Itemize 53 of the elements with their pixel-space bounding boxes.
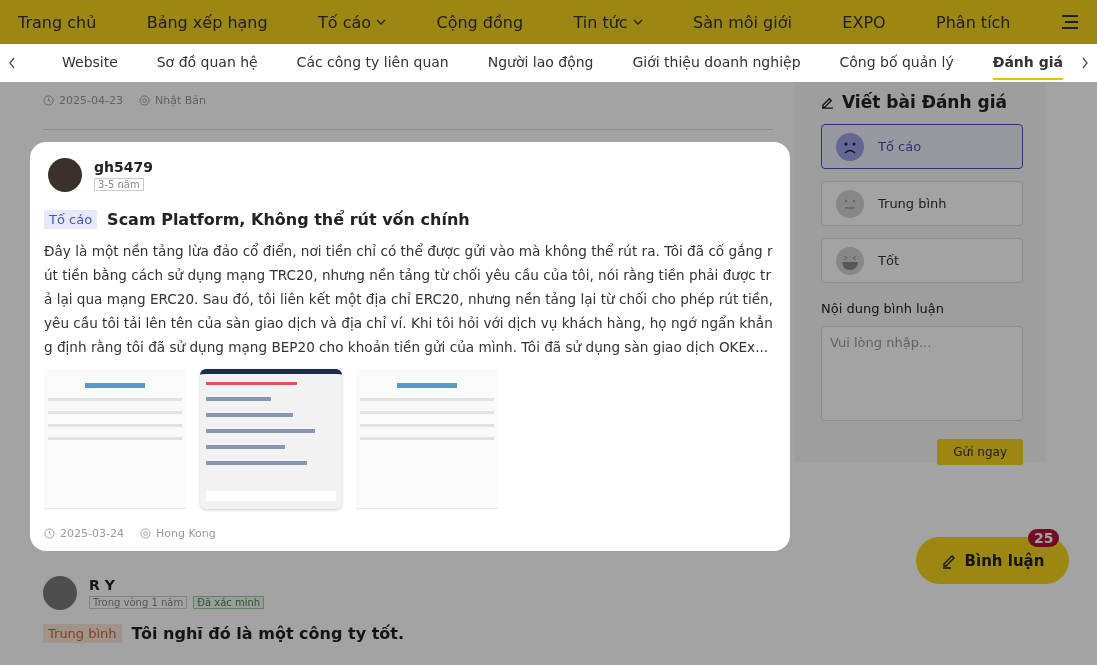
location-pin-icon [138,95,150,106]
section-tab[interactable]: Các công ty liên quan [296,46,449,80]
review-title: Scam Platform, Không thể rút vốn chính [107,210,470,229]
avatar [48,158,82,192]
laughing-face-icon [836,246,864,275]
section-tab[interactable]: Công bố quản lý [839,46,954,80]
clock-icon [44,528,55,539]
user-name: R Y [89,577,116,593]
nav-link[interactable]: Tin tức [573,12,643,32]
chevron-down-icon [376,19,387,25]
section-tab[interactable]: Website [62,46,118,80]
comment-field[interactable]: Vui lòng nhập... [821,326,1023,421]
review-location: Hong Kong [155,527,216,540]
rating-tag: Tố cáo [44,210,98,229]
rating-option[interactable]: Tố cáo [821,124,1023,169]
neutral-face-icon [836,189,864,218]
comment-label: Nội dung bình luận [821,301,946,316]
chat-screenshot[interactable] [200,369,342,509]
submit-button[interactable]: Gửi ngay [937,439,1023,465]
rating-tag: Trung bình [43,624,122,643]
user-badge: Đã xác minh [193,596,265,609]
comment-count-badge: 25 [1028,529,1060,547]
review-location: Nhật Bản [154,94,206,107]
section-tab[interactable]: Đánh giá [992,46,1063,80]
location-pin-icon [139,528,151,539]
nav-link[interactable]: Bảng xếp hạng [146,12,268,32]
review-text: Đây là một nền tảng lừa đảo cổ điển, nơi tiền chỉ có thể được gửi vào mà không thể rút ra. Tôi đã cố gắng rút tiền bằng cách sử dụng mạng TRC20, nhưng nền tảng từ chối yêu cầu của tôi, nói rằng tiền phải được trả lại qua mạng ERC20. Sau đó, tôi liên kết một địa chỉ ERC20, nhưng nền tảng lại từ chối cho phép rút tiền, yêu cầu tôi tải lên tên của sàn giao dịch và địa chỉ ví. Khi tôi hỏi với dịch vụ khách hàng, họ ngớ ngẩn khẳng định rằng tôi đã sử dụng mạng BEP20 cho khoản tiền gửi của mình. Tôi đã sử dụng sàn giao dịch OKEx... [44,242,774,357]
nav-link[interactable]: Tố cáo [318,12,387,32]
chevron-down-icon [632,19,643,25]
user-badge: 3-5 năm [94,178,144,191]
review-title: Tôi nghĩ đó là một công ty tốt. [131,624,404,643]
rating-option[interactable]: Tốt [821,238,1023,283]
section-tab[interactable]: Sơ đồ quan hệ [156,46,258,80]
nav-link[interactable]: Cộng đồng [436,12,524,32]
nav-link[interactable]: Sàn môi giới [693,12,792,32]
menu-icon[interactable] [1060,15,1079,29]
user-name: gh5479 [94,159,153,175]
review-date: 2025-04-23 [59,94,123,107]
section-tab[interactable]: Người lao động [487,46,594,80]
clock-icon [43,95,54,106]
rating-option[interactable]: Trung bình [821,181,1023,226]
sad-face-icon [836,132,864,161]
chevron-left-icon[interactable] [8,57,16,69]
user-badge: Trong vòng 1 năm [89,596,188,609]
chevron-right-icon[interactable] [1081,57,1089,69]
section-tab[interactable]: Giới thiệu doanh nghiệp [632,46,801,80]
nav-link[interactable]: Trang chủ [18,12,97,32]
form-heading: Viết bài Đánh giá [842,92,1007,112]
nav-link[interactable]: EXPO [842,12,886,32]
review-date: 2025-03-24 [60,527,124,540]
avatar [43,576,77,610]
nav-link[interactable]: Phân tích [936,12,1011,32]
pen-icon [821,95,834,109]
